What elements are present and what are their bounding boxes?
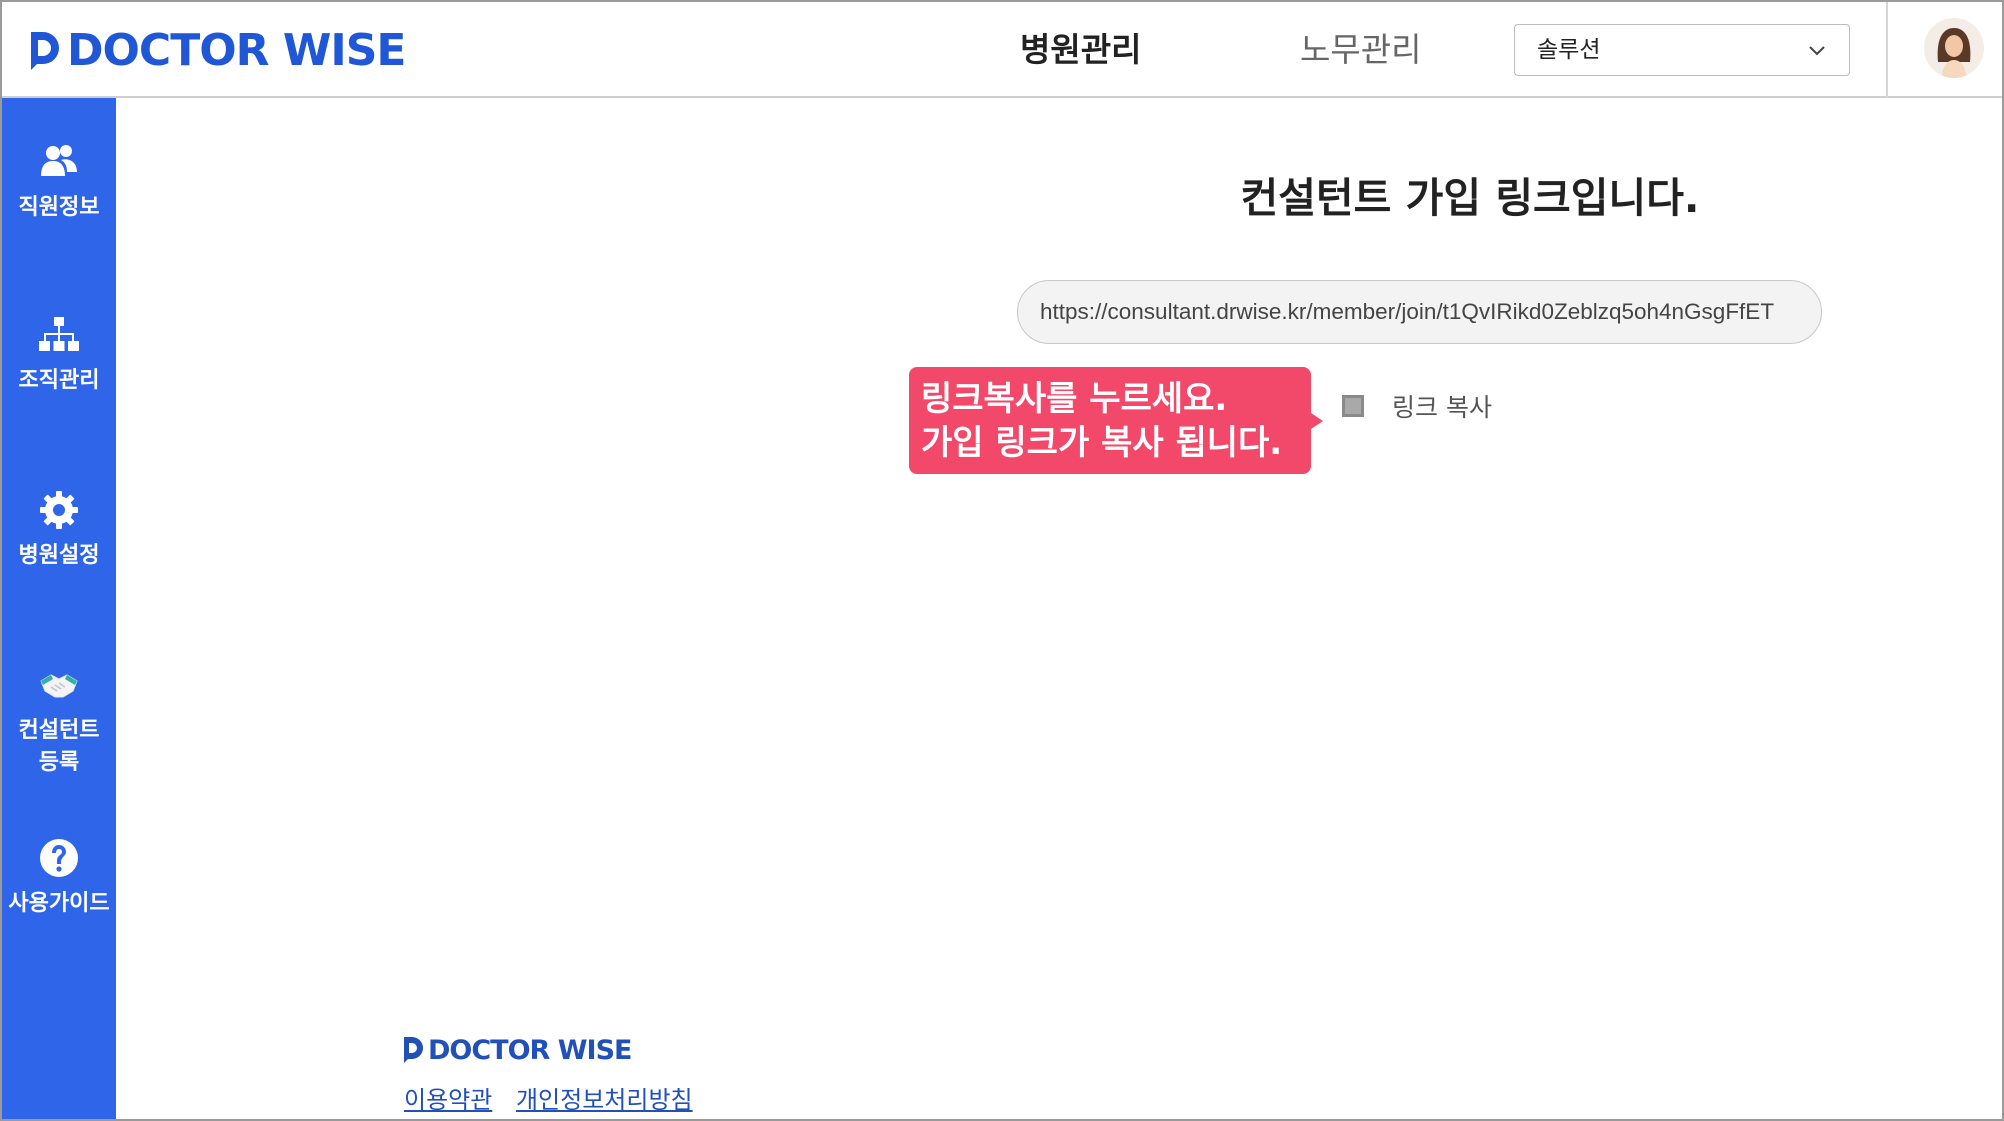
header-divider	[1886, 2, 1888, 98]
sidebar: 직원정보 조직관리 병원설정 컨설턴트 등록 사용가이드	[2, 98, 116, 1119]
logo-mark-icon	[404, 1037, 423, 1063]
people-icon	[41, 145, 77, 176]
chevron-down-icon	[1809, 46, 1825, 56]
join-link-field[interactable]: https://consultant.drwise.kr/member/join…	[1017, 280, 1822, 344]
privacy-policy-link[interactable]: 개인정보처리방침	[516, 1086, 693, 1114]
top-header: DOCTOR WISE 병원관리 노무관리 솔루션	[2, 2, 2002, 98]
callout-line-2: 가입 링크가 복사 됩니다.	[921, 423, 1283, 463]
org-chart-icon	[39, 317, 79, 351]
join-link-url: https://consultant.drwise.kr/member/join…	[1040, 299, 1775, 324]
solution-select[interactable]: 솔루션	[1514, 24, 1850, 76]
sidebar-item-hospital-settings[interactable]: 병원설정	[2, 488, 116, 572]
sidebar-item-label: 조직관리	[18, 368, 100, 393]
logo-text: DOCTOR WISE	[67, 24, 406, 76]
solution-select-value: 솔루션	[1537, 37, 1601, 63]
footer-links: 이용약관 개인정보처리방침	[404, 1080, 709, 1115]
question-icon	[40, 839, 78, 877]
copy-link-button[interactable]: 링크 복사	[1340, 386, 1492, 426]
logo-mark-icon	[31, 32, 59, 70]
app-logo[interactable]: DOCTOR WISE	[27, 24, 406, 76]
sidebar-item-org-management[interactable]: 조직관리	[2, 313, 116, 397]
gear-icon	[40, 491, 78, 529]
sidebar-item-user-guide[interactable]: 사용가이드	[2, 836, 116, 920]
terms-link[interactable]: 이용약관	[404, 1086, 492, 1114]
page-title: 컨설턴트 가입 링크입니다.	[1240, 174, 1700, 222]
sidebar-item-label: 직원정보	[18, 195, 100, 220]
sidebar-item-label: 사용가이드	[8, 891, 110, 916]
user-avatar-icon[interactable]	[1924, 18, 1984, 78]
nav-labor-management[interactable]: 노무관리	[1300, 24, 1421, 76]
footer-logo: DOCTOR WISE	[402, 1034, 632, 1066]
callout-tail	[1311, 413, 1323, 429]
copy-link-label: 링크 복사	[1392, 393, 1492, 422]
nav-hospital-management[interactable]: 병원관리	[1020, 24, 1141, 76]
sidebar-item-label: 컨설턴트 등록	[18, 718, 100, 775]
sidebar-item-label: 병원설정	[18, 543, 100, 568]
callout-tooltip: 링크복사를 누르세요. 가입 링크가 복사 됩니다.	[909, 367, 1323, 474]
footer-logo-text: DOCTOR WISE	[428, 1034, 632, 1066]
sidebar-item-staff-info[interactable]: 직원정보	[2, 140, 116, 224]
copy-icon	[1342, 395, 1364, 417]
handshake-icon	[40, 674, 78, 698]
sidebar-item-consultant-register[interactable]: 컨설턴트 등록	[2, 663, 116, 779]
callout-line-1: 링크복사를 누르세요.	[921, 379, 1228, 419]
